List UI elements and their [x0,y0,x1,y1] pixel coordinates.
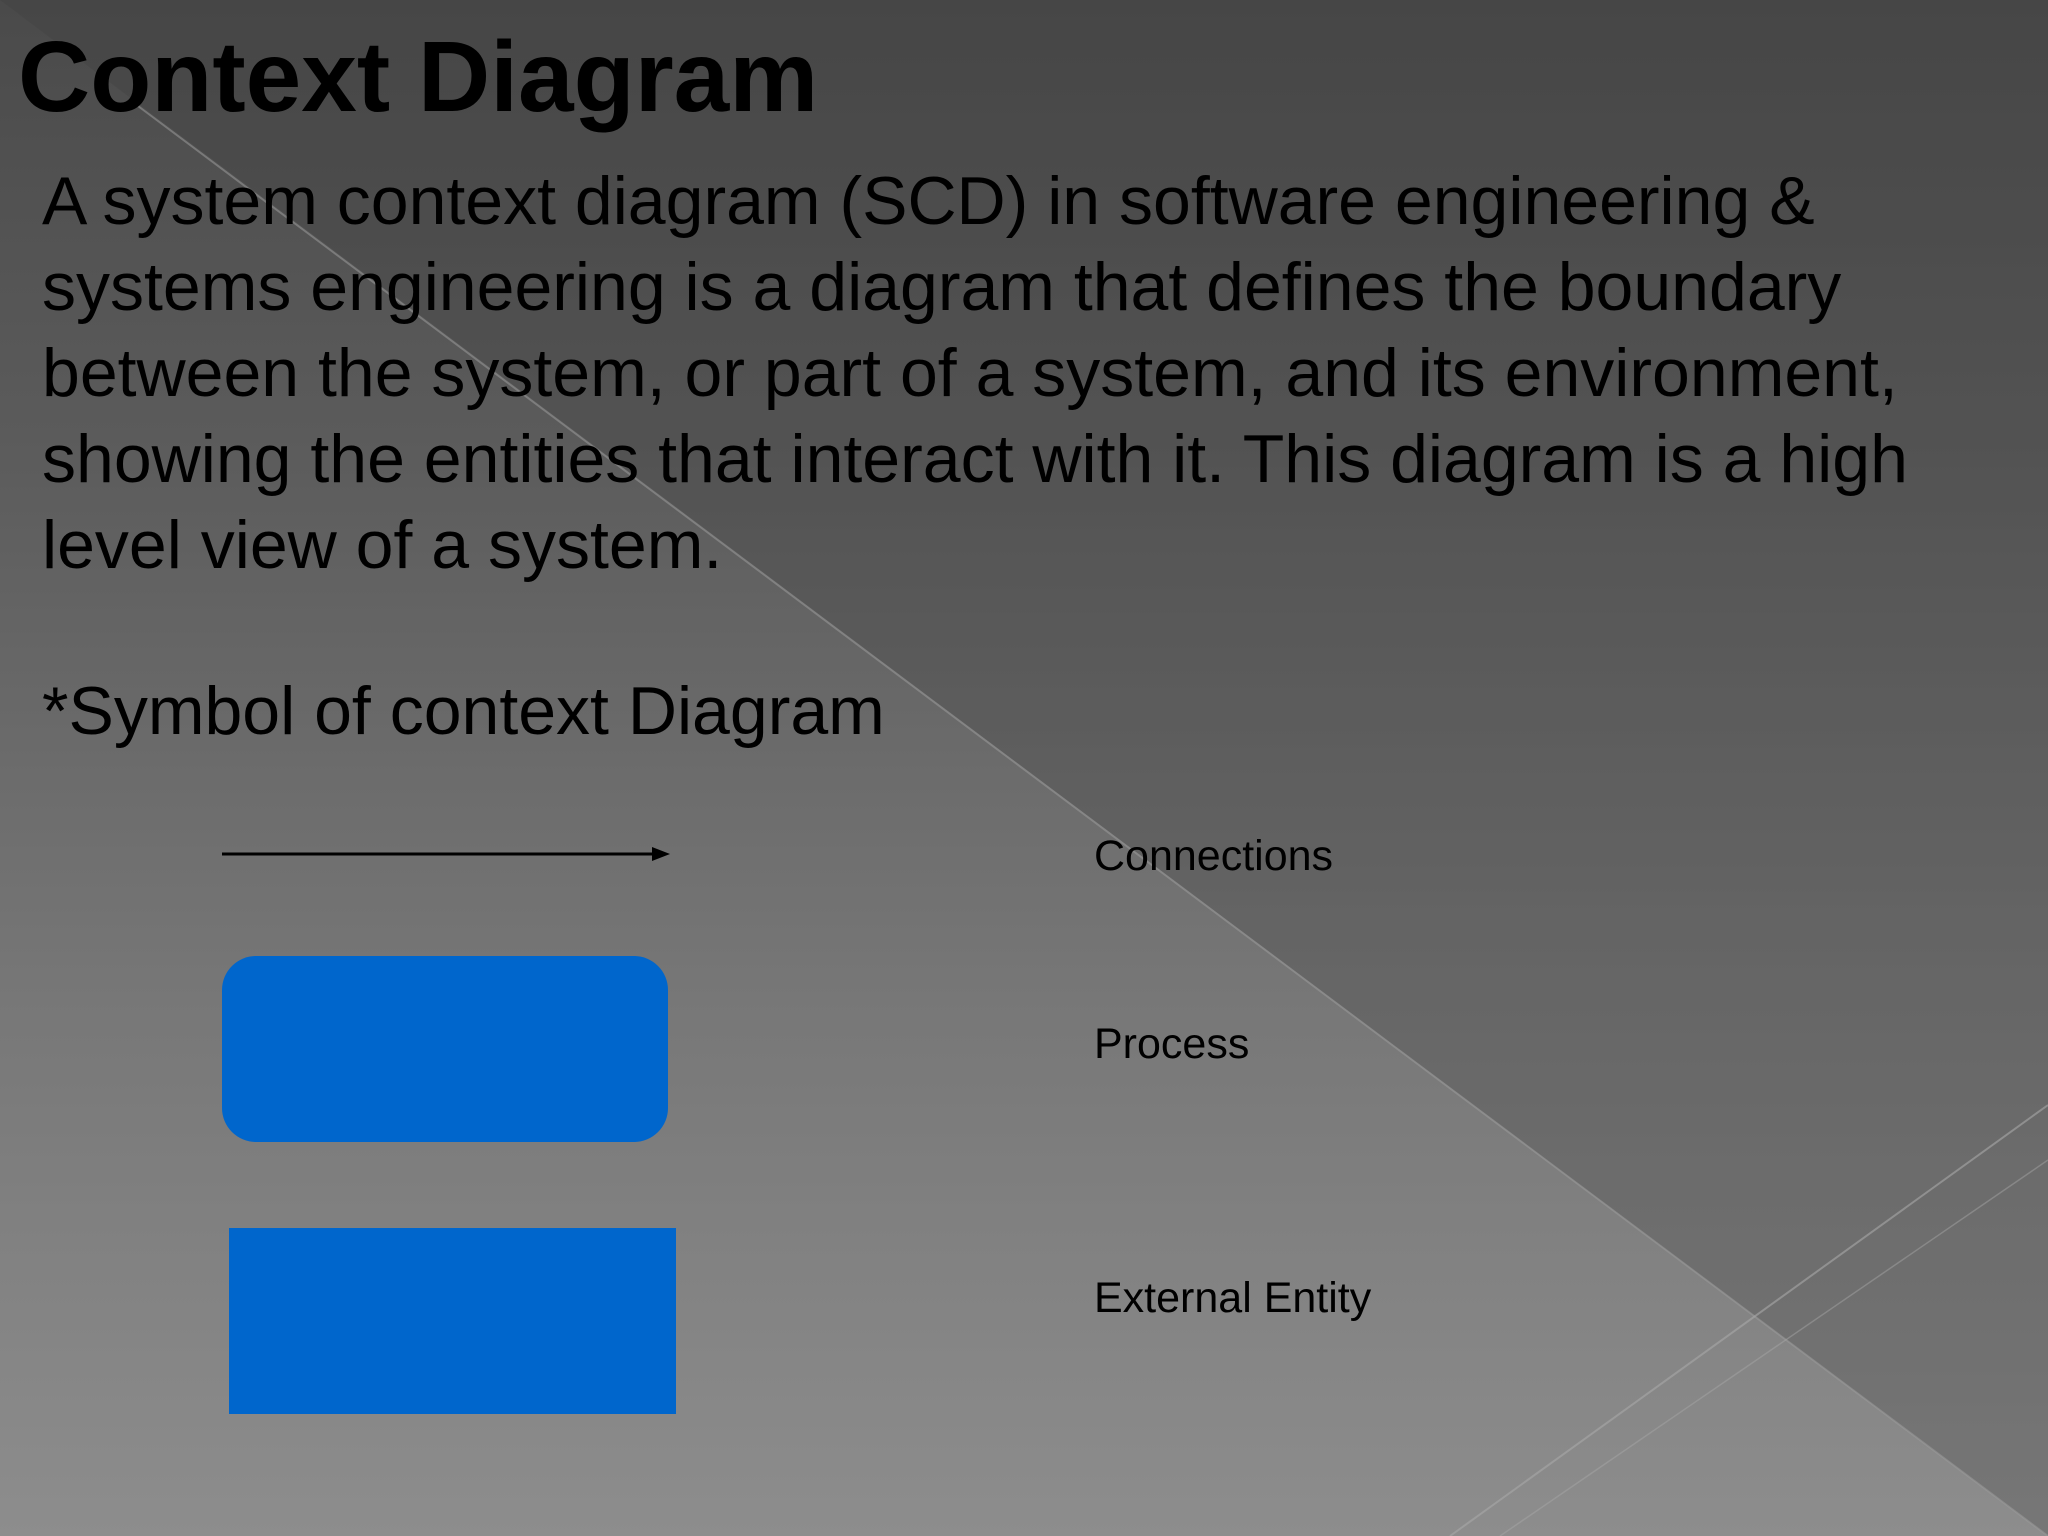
process-symbol [222,956,668,1142]
slide-title: Context Diagram [18,21,819,133]
external-entity-symbol [229,1228,676,1414]
slide: Context Diagram A system context diagram… [0,0,2048,1536]
external-entity-label: External Entity [1094,1274,1372,1322]
connections-label: Connections [1094,832,1334,880]
symbols-subheading: *Symbol of context Diagram [42,673,885,749]
connection-arrow-icon [222,847,670,861]
process-label: Process [1094,1020,1250,1068]
slide-body-text: A system context diagram (SCD) in softwa… [42,163,1908,583]
